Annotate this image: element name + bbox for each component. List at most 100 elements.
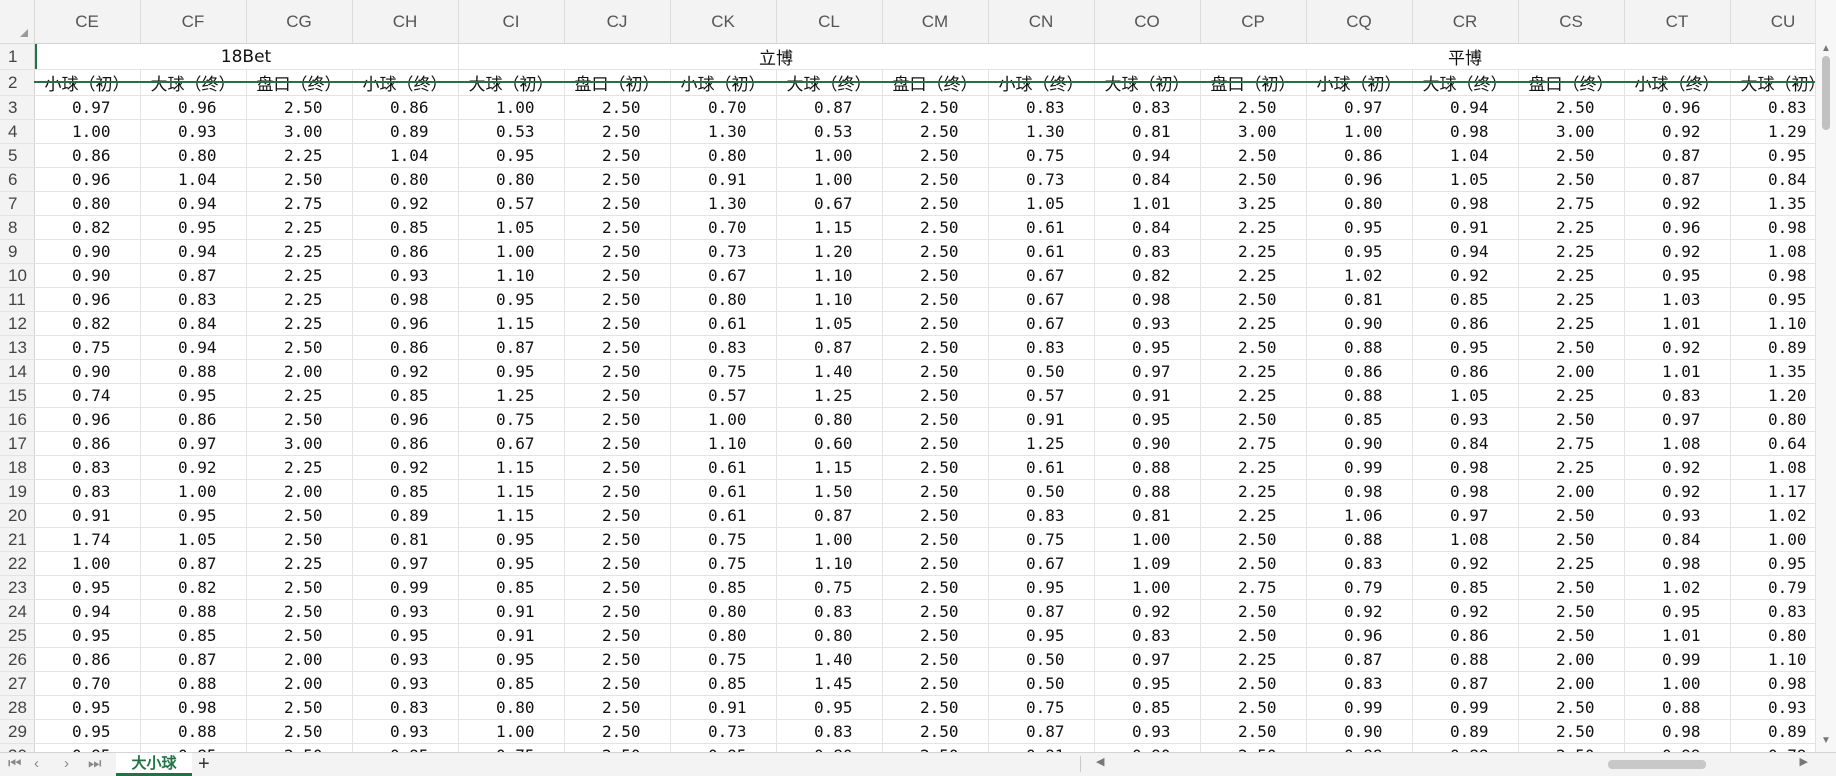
data-cell[interactable]: 0.75: [458, 743, 565, 752]
data-cell[interactable]: 2.50: [1518, 743, 1625, 752]
data-cell[interactable]: 2.50: [246, 623, 353, 648]
data-cell[interactable]: 0.95: [1412, 335, 1519, 360]
data-cell[interactable]: 0.98: [1094, 287, 1201, 312]
data-cell[interactable]: 2.50: [1518, 599, 1625, 624]
data-cell[interactable]: 2.25: [1200, 215, 1307, 240]
horizontal-scroll-thumb[interactable]: [1608, 760, 1706, 769]
row-header[interactable]: 19: [0, 479, 35, 504]
data-cell[interactable]: 2.50: [882, 263, 989, 288]
data-cell[interactable]: 0.96: [1306, 623, 1413, 648]
data-cell[interactable]: 0.83: [988, 503, 1095, 528]
data-cell[interactable]: 0.95: [1094, 335, 1201, 360]
data-cell[interactable]: 1.05: [776, 311, 883, 336]
data-cell[interactable]: 0.92: [1094, 599, 1201, 624]
data-cell[interactable]: 2.50: [882, 551, 989, 576]
data-cell[interactable]: 0.95: [988, 623, 1095, 648]
data-cell[interactable]: 0.80: [458, 695, 565, 720]
data-cell[interactable]: 0.95: [34, 623, 141, 648]
data-cell[interactable]: 2.50: [246, 95, 353, 120]
data-cell[interactable]: 3.00: [246, 119, 353, 144]
data-cell[interactable]: 0.92: [1624, 479, 1731, 504]
data-cell[interactable]: 2.50: [882, 695, 989, 720]
horizontal-scrollbar[interactable]: ◀ ▶: [1092, 756, 1812, 771]
data-cell[interactable]: 2.50: [1200, 527, 1307, 552]
column-header[interactable]: CS: [1518, 0, 1625, 44]
data-cell[interactable]: 0.95: [1094, 407, 1201, 432]
data-cell[interactable]: 0.87: [988, 719, 1095, 744]
row-header[interactable]: 22: [0, 551, 35, 576]
data-cell[interactable]: 0.84: [1624, 527, 1731, 552]
data-cell[interactable]: 2.50: [882, 215, 989, 240]
data-cell[interactable]: 2.25: [1200, 479, 1307, 504]
data-cell[interactable]: 2.25: [246, 215, 353, 240]
data-cell[interactable]: 2.50: [1518, 335, 1625, 360]
data-cell[interactable]: 0.80: [458, 167, 565, 192]
data-cell[interactable]: 0.87: [458, 335, 565, 360]
data-cell[interactable]: 0.67: [988, 311, 1095, 336]
data-cell[interactable]: 0.85: [1412, 575, 1519, 600]
data-cell[interactable]: 2.50: [564, 503, 671, 528]
data-cell[interactable]: 0.67: [776, 191, 883, 216]
data-cell[interactable]: 0.95: [1094, 671, 1201, 696]
data-cell[interactable]: 1.15: [458, 479, 565, 504]
data-cell[interactable]: 0.91: [1094, 383, 1201, 408]
data-cell[interactable]: 1.50: [776, 479, 883, 504]
data-cell[interactable]: 2.50: [882, 191, 989, 216]
data-cell[interactable]: 0.85: [458, 671, 565, 696]
data-cell[interactable]: 0.67: [988, 263, 1095, 288]
data-cell[interactable]: 0.92: [1624, 191, 1731, 216]
data-cell[interactable]: 1.00: [140, 479, 247, 504]
column-header[interactable]: CJ: [564, 0, 671, 44]
row-header[interactable]: 5: [0, 143, 35, 168]
data-cell[interactable]: 1.01: [1624, 623, 1731, 648]
data-cell[interactable]: 0.96: [34, 407, 141, 432]
data-cell[interactable]: 2.25: [1518, 263, 1625, 288]
data-cell[interactable]: 0.97: [1412, 503, 1519, 528]
data-cell[interactable]: 3.00: [1518, 119, 1625, 144]
row-header[interactable]: 16: [0, 407, 35, 432]
data-cell[interactable]: 0.98: [1412, 191, 1519, 216]
data-cell[interactable]: 2.00: [246, 647, 353, 672]
data-cell[interactable]: 2.50: [564, 527, 671, 552]
data-cell[interactable]: 2.50: [564, 335, 671, 360]
data-cell[interactable]: 2.50: [564, 743, 671, 752]
data-cell[interactable]: 2.50: [246, 407, 353, 432]
data-cell[interactable]: 0.70: [670, 215, 777, 240]
row-header[interactable]: 27: [0, 671, 35, 696]
column-header[interactable]: CE: [34, 0, 141, 44]
data-cell[interactable]: 0.82: [1094, 263, 1201, 288]
data-cell[interactable]: 0.86: [34, 431, 141, 456]
data-cell[interactable]: 0.67: [988, 287, 1095, 312]
data-cell[interactable]: 1.30: [670, 191, 777, 216]
data-cell[interactable]: 0.94: [140, 239, 247, 264]
column-header[interactable]: CQ: [1306, 0, 1413, 44]
data-cell[interactable]: 0.91: [458, 623, 565, 648]
data-cell[interactable]: 0.91: [988, 407, 1095, 432]
data-cell[interactable]: 1.20: [776, 239, 883, 264]
column-header[interactable]: CP: [1200, 0, 1307, 44]
data-cell[interactable]: 2.50: [1518, 527, 1625, 552]
data-cell[interactable]: 1.09: [1094, 551, 1201, 576]
data-cell[interactable]: 2.00: [1518, 671, 1625, 696]
data-cell[interactable]: 0.73: [988, 167, 1095, 192]
data-cell[interactable]: 0.95: [458, 359, 565, 384]
data-cell[interactable]: 1.10: [670, 431, 777, 456]
data-cell[interactable]: 0.57: [670, 383, 777, 408]
data-cell[interactable]: 0.99: [1306, 695, 1413, 720]
first-sheet-icon[interactable]: ⏮: [8, 755, 22, 772]
data-cell[interactable]: 2.50: [882, 383, 989, 408]
sheet-tab-active[interactable]: 大小球: [116, 753, 192, 776]
data-cell[interactable]: 0.88: [1306, 743, 1413, 752]
data-cell[interactable]: 2.50: [564, 119, 671, 144]
data-cell[interactable]: 2.50: [246, 575, 353, 600]
data-cell[interactable]: 1.08: [1412, 527, 1519, 552]
data-cell[interactable]: 0.98: [352, 287, 459, 312]
data-cell[interactable]: 1.10: [776, 263, 883, 288]
data-cell[interactable]: 2.50: [882, 479, 989, 504]
data-cell[interactable]: 2.50: [882, 167, 989, 192]
data-cell[interactable]: 0.95: [776, 695, 883, 720]
data-cell[interactable]: 0.89: [1412, 719, 1519, 744]
data-cell[interactable]: 0.82: [34, 311, 141, 336]
data-cell[interactable]: 2.50: [1200, 695, 1307, 720]
data-cell[interactable]: 2.75: [1518, 431, 1625, 456]
